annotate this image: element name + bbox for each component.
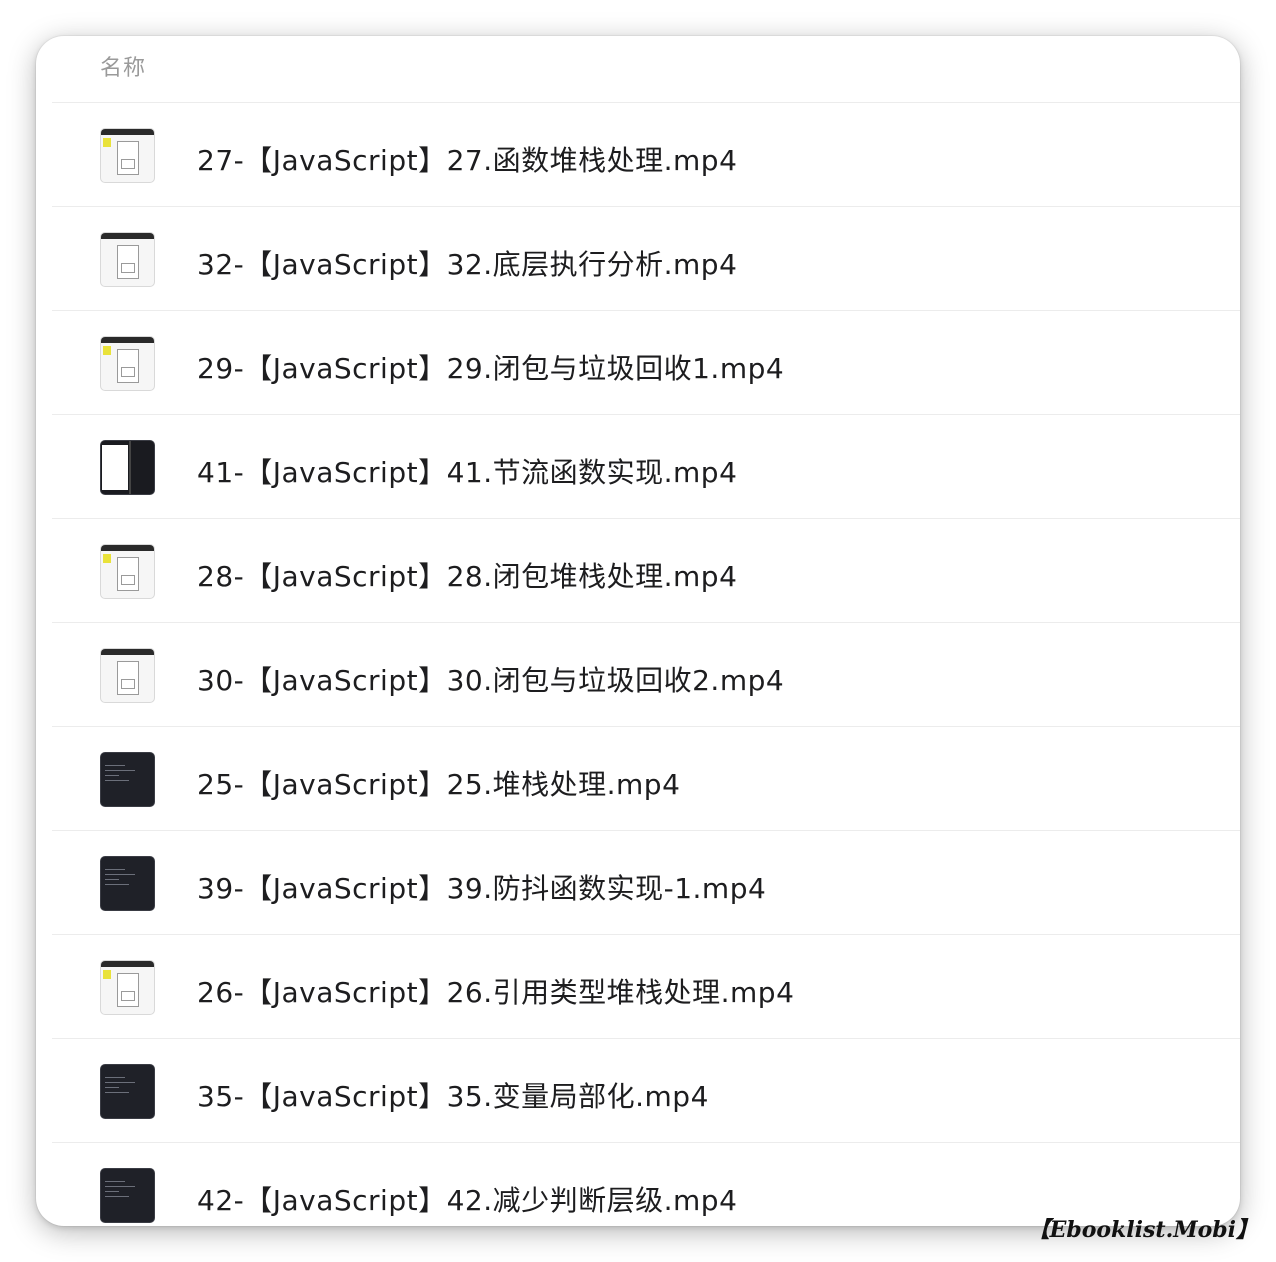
- file-name: 27-【JavaScript】27.函数堆栈处理.mp4: [197, 144, 738, 177]
- file-row[interactable]: 39-【JavaScript】39.防抖函数实现-1.mp4: [52, 831, 1240, 935]
- video-thumbnail-icon: [100, 232, 155, 287]
- file-row[interactable]: 25-【JavaScript】25.堆栈处理.mp4: [52, 727, 1240, 831]
- file-row[interactable]: 29-【JavaScript】29.闭包与垃圾回收1.mp4: [52, 311, 1240, 415]
- file-list: 27-【JavaScript】27.函数堆栈处理.mp4 32-【JavaScri…: [52, 103, 1240, 1226]
- file-row[interactable]: 30-【JavaScript】30.闭包与垃圾回收2.mp4: [52, 623, 1240, 727]
- video-thumbnail-icon: [100, 752, 155, 807]
- video-thumbnail-icon: [100, 128, 155, 183]
- video-thumbnail-icon: [100, 1064, 155, 1119]
- file-name: 39-【JavaScript】39.防抖函数实现-1.mp4: [197, 872, 767, 905]
- file-name: 28-【JavaScript】28.闭包堆栈处理.mp4: [197, 560, 738, 593]
- file-row[interactable]: 26-【JavaScript】26.引用类型堆栈处理.mp4: [52, 935, 1240, 1039]
- file-row[interactable]: 41-【JavaScript】41.节流函数实现.mp4: [52, 415, 1240, 519]
- file-row[interactable]: 28-【JavaScript】28.闭包堆栈处理.mp4: [52, 519, 1240, 623]
- file-row[interactable]: 32-【JavaScript】32.底层执行分析.mp4: [52, 207, 1240, 311]
- column-header-name[interactable]: 名称: [100, 50, 146, 82]
- file-name: 30-【JavaScript】30.闭包与垃圾回收2.mp4: [197, 664, 785, 697]
- file-name: 25-【JavaScript】25.堆栈处理.mp4: [197, 768, 681, 801]
- watermark: 【Ebooklist.Mobi】: [1027, 1217, 1258, 1243]
- file-list-window: 名称 27-【JavaScript】27.函数堆栈处理.mp4 32-【JavaS…: [36, 36, 1240, 1226]
- list-header: 名称: [52, 36, 1240, 103]
- file-name: 29-【JavaScript】29.闭包与垃圾回收1.mp4: [197, 352, 785, 385]
- video-thumbnail-icon: [100, 440, 155, 495]
- file-name: 26-【JavaScript】26.引用类型堆栈处理.mp4: [197, 976, 795, 1009]
- file-name: 42-【JavaScript】42.减少判断层级.mp4: [197, 1184, 738, 1217]
- file-row[interactable]: 35-【JavaScript】35.变量局部化.mp4: [52, 1039, 1240, 1143]
- file-name: 35-【JavaScript】35.变量局部化.mp4: [197, 1080, 709, 1113]
- video-thumbnail-icon: [100, 648, 155, 703]
- video-thumbnail-icon: [100, 960, 155, 1015]
- video-thumbnail-icon: [100, 856, 155, 911]
- file-name: 32-【JavaScript】32.底层执行分析.mp4: [197, 248, 738, 281]
- file-name: 41-【JavaScript】41.节流函数实现.mp4: [197, 456, 738, 489]
- video-thumbnail-icon: [100, 544, 155, 599]
- file-row[interactable]: 27-【JavaScript】27.函数堆栈处理.mp4: [52, 103, 1240, 207]
- video-thumbnail-icon: [100, 1168, 155, 1223]
- video-thumbnail-icon: [100, 336, 155, 391]
